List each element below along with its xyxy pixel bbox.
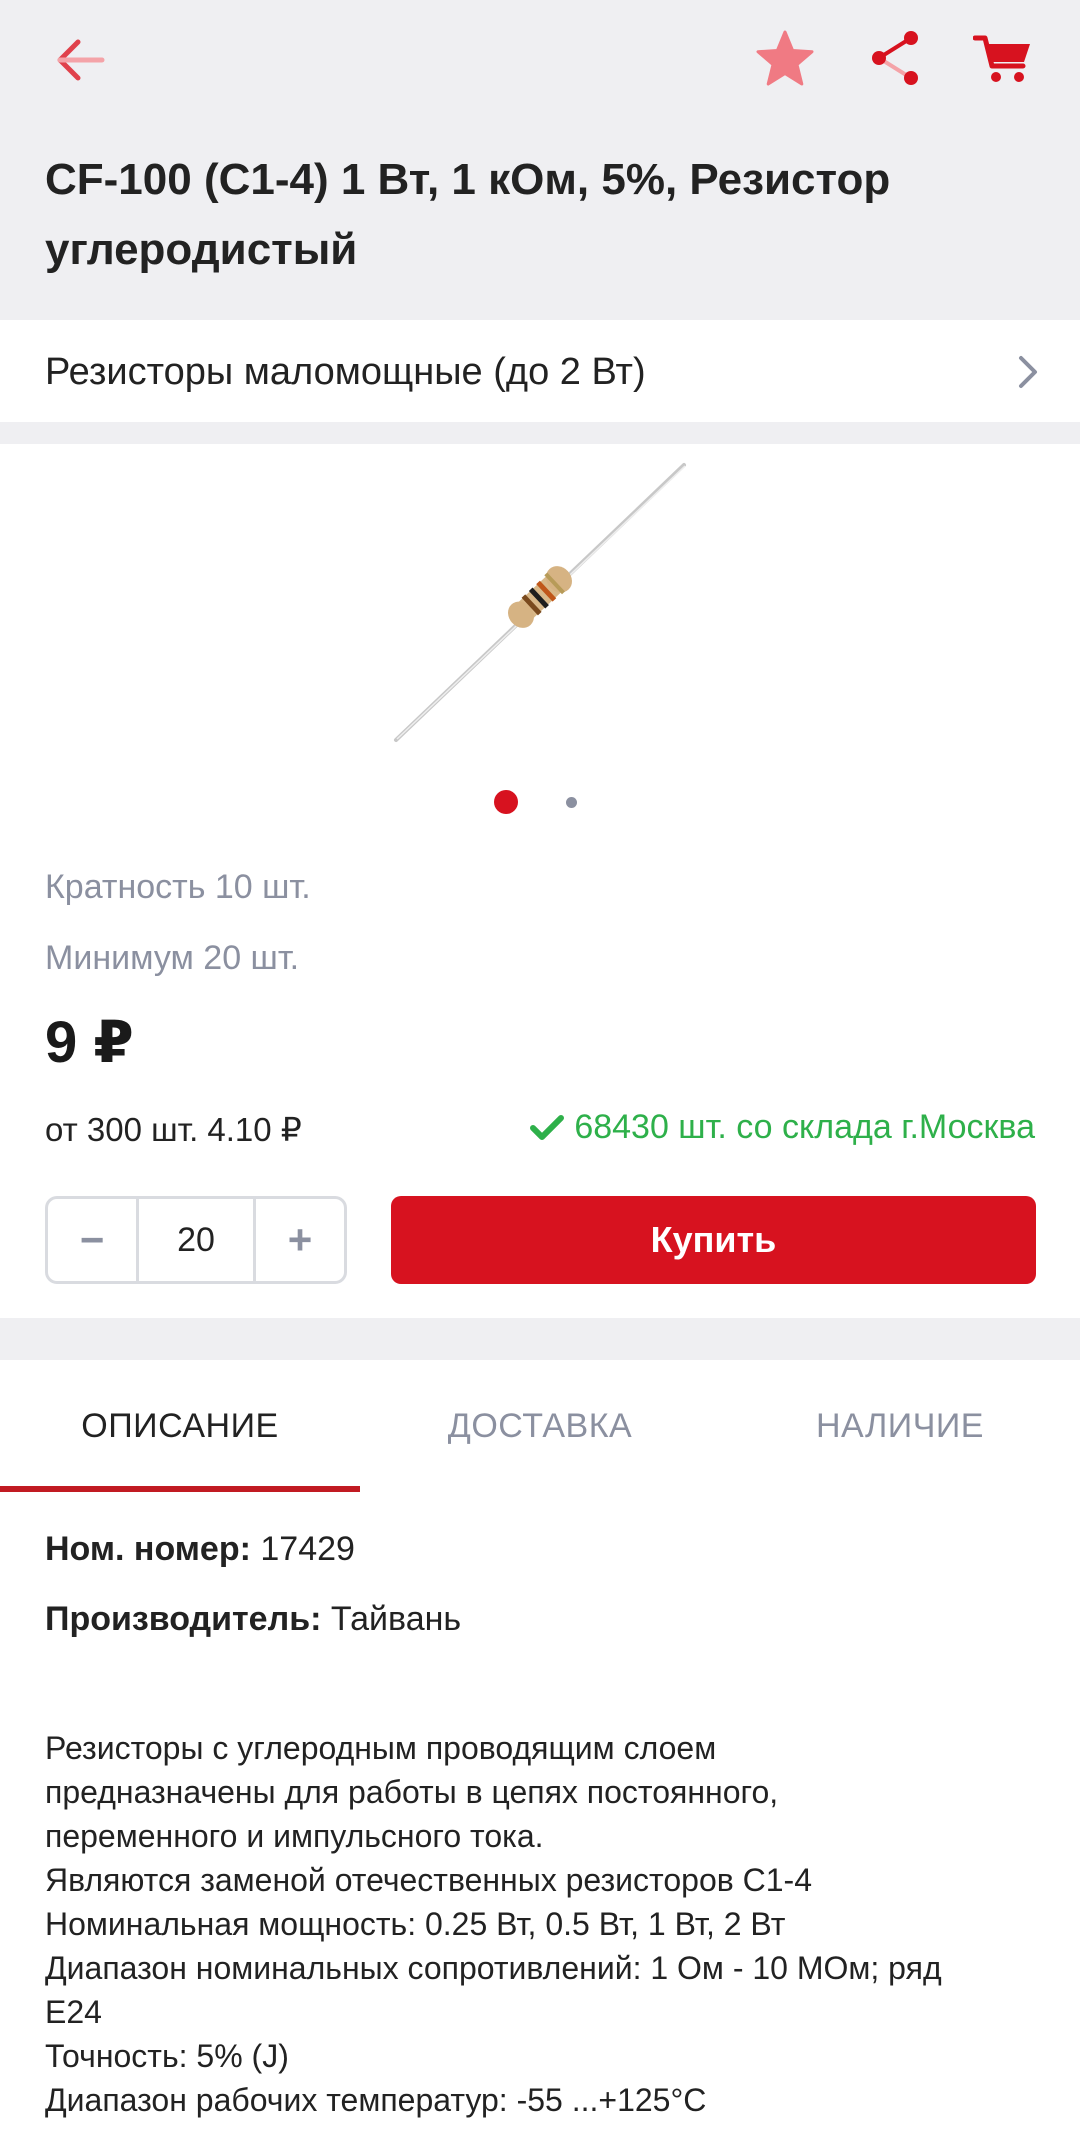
description-line: Резисторы с углеродным проводящим слоем (45, 1730, 717, 1766)
header: CF-100 (С1-4) 1 Вт, 1 кОм, 5%, Резистор … (0, 0, 1080, 320)
category-link[interactable]: Резисторы маломощные (до 2 Вт) (0, 322, 1080, 422)
page-title: CF-100 (С1-4) 1 Вт, 1 кОм, 5%, Резистор … (45, 155, 891, 274)
tab-bar: ОПИСАНИЕ ДОСТАВКА НАЛИЧИЕ (0, 1360, 1080, 1492)
manufacturer-label: Производитель: (45, 1600, 322, 1638)
back-button[interactable] (40, 20, 120, 100)
favorite-button[interactable] (745, 18, 825, 98)
section-divider (0, 1318, 1080, 1360)
pagination-dot[interactable] (566, 797, 577, 808)
price: 9 ₽ (45, 1010, 134, 1075)
description-line: Диапазон рабочих температур: -55 ...+125… (45, 2082, 707, 2118)
chevron-right-icon (1019, 356, 1037, 388)
product-page: CF-100 (С1-4) 1 Вт, 1 кОм, 5%, Резистор … (0, 0, 1080, 2140)
product-image[interactable] (380, 455, 700, 755)
tab-availability[interactable]: НАЛИЧИЕ (720, 1360, 1080, 1492)
buy-button[interactable]: Купить (391, 1196, 1036, 1284)
description-text: Резисторы с углеродным проводящим слоем … (45, 1726, 1045, 2122)
description-line: Являются заменой отечественных резисторо… (45, 1862, 812, 1898)
minimum-text: Минимум 20 шт. (45, 939, 300, 977)
tab-delivery[interactable]: ДОСТАВКА (360, 1360, 720, 1492)
checkmark-icon (530, 1114, 565, 1140)
manufacturer: Производитель: Тайвань (45, 1600, 461, 1639)
pagination-dot-active[interactable] (494, 790, 518, 814)
section-divider (0, 422, 1080, 444)
decrement-button[interactable]: − (48, 1199, 136, 1281)
category-label: Резисторы маломощные (до 2 Вт) (45, 350, 646, 393)
quantity-input[interactable]: 20 (136, 1199, 256, 1281)
part-number-label: Ном. номер: (45, 1530, 251, 1568)
share-button[interactable] (855, 18, 935, 98)
share-icon (872, 31, 918, 85)
description-line: E24 (45, 1994, 102, 2030)
description-line: Номинальная мощность: 0.25 Вт, 0.5 Вт, 1… (45, 1906, 786, 1942)
increment-button[interactable]: + (256, 1199, 344, 1281)
description-line: Диапазон номинальных сопротивлений: 1 Ом… (45, 1950, 942, 1986)
part-number-value: 17429 (250, 1530, 355, 1568)
stock-status: 68430 шт. со склада г.Москва (530, 1108, 1035, 1147)
description-line: предназначены для работы в цепях постоян… (45, 1774, 779, 1810)
quantity-stepper: − 20 + (45, 1196, 347, 1284)
cart-icon (973, 35, 1030, 82)
stock-text: 68430 шт. со склада г.Москва (574, 1108, 1035, 1146)
arrow-left-icon (57, 39, 105, 81)
part-number: Ном. номер: 17429 (45, 1530, 355, 1569)
bulk-price: от 300 шт. 4.10 ₽ (45, 1111, 302, 1148)
description-line: переменного и импульсного тока. (45, 1818, 544, 1854)
gallery-pagination (0, 790, 1080, 814)
manufacturer-value: Тайвань (321, 1600, 462, 1638)
tab-description[interactable]: ОПИСАНИЕ (0, 1360, 360, 1492)
cart-button[interactable] (963, 18, 1043, 98)
description-line: Точность: 5% (J) (45, 2038, 289, 2074)
star-icon (756, 30, 814, 86)
multiplicity-text: Кратность 10 шт. (45, 868, 311, 906)
